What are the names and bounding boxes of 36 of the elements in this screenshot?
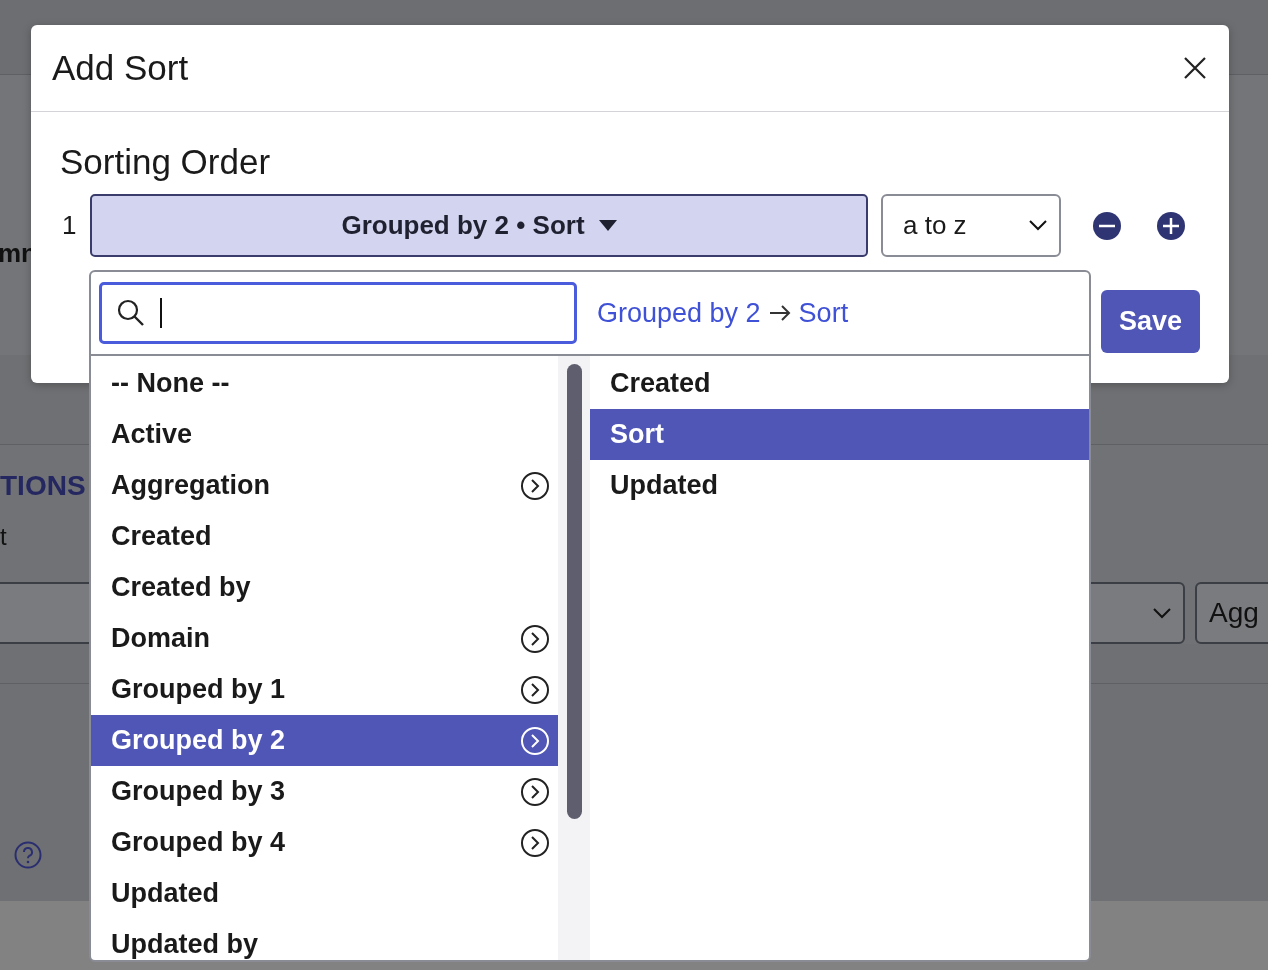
close-button[interactable] bbox=[1183, 56, 1207, 80]
field-picker-button[interactable]: Grouped by 2 • Sort bbox=[90, 194, 868, 257]
chevron-down-icon bbox=[1153, 607, 1171, 619]
scrollbar[interactable] bbox=[558, 356, 590, 960]
arrow-right-icon bbox=[768, 304, 791, 322]
add-icon[interactable] bbox=[1157, 211, 1185, 240]
menu-item[interactable]: Created by bbox=[91, 562, 558, 613]
menu-item[interactable]: Domain bbox=[91, 613, 558, 664]
menu-item[interactable]: Grouped by 2 bbox=[91, 715, 558, 766]
section-title: Sorting Order bbox=[60, 142, 272, 182]
menu-item[interactable]: Created bbox=[91, 511, 558, 562]
breadcrumb-link[interactable]: Grouped by 2 bbox=[597, 297, 761, 329]
remove-icon[interactable] bbox=[1093, 211, 1121, 240]
menu-item[interactable]: Aggregation bbox=[91, 460, 558, 511]
dialog-title: Add Sort bbox=[52, 48, 189, 88]
search-field[interactable] bbox=[99, 282, 577, 344]
breadcrumb-link[interactable]: Sort bbox=[798, 297, 849, 329]
menu-item[interactable]: Sort bbox=[590, 409, 1089, 460]
search-icon bbox=[116, 298, 146, 328]
menu-item[interactable]: -- None -- bbox=[91, 358, 558, 409]
section-heading-fragment: TIONS bbox=[0, 469, 86, 503]
menu-item[interactable]: Grouped by 1 bbox=[91, 664, 558, 715]
menu-item[interactable]: Grouped by 4 bbox=[91, 817, 558, 868]
help-icon[interactable] bbox=[14, 841, 42, 869]
direction-select[interactable]: a to z bbox=[881, 194, 1061, 257]
menu-item[interactable]: Updated bbox=[91, 868, 558, 919]
menu-item[interactable]: Created bbox=[590, 358, 1089, 409]
label-fragment: t bbox=[0, 522, 7, 552]
menu-item[interactable]: Active bbox=[91, 409, 558, 460]
chevron-down-icon bbox=[1029, 220, 1047, 231]
menu-item[interactable]: Grouped by 3 bbox=[91, 766, 558, 817]
select-field[interactable]: Agg bbox=[1195, 582, 1268, 644]
menu-item[interactable]: Updated bbox=[590, 460, 1089, 511]
row-number: 1 bbox=[61, 210, 78, 241]
caret-icon bbox=[598, 220, 617, 231]
save-button[interactable]: Save bbox=[1101, 290, 1200, 353]
